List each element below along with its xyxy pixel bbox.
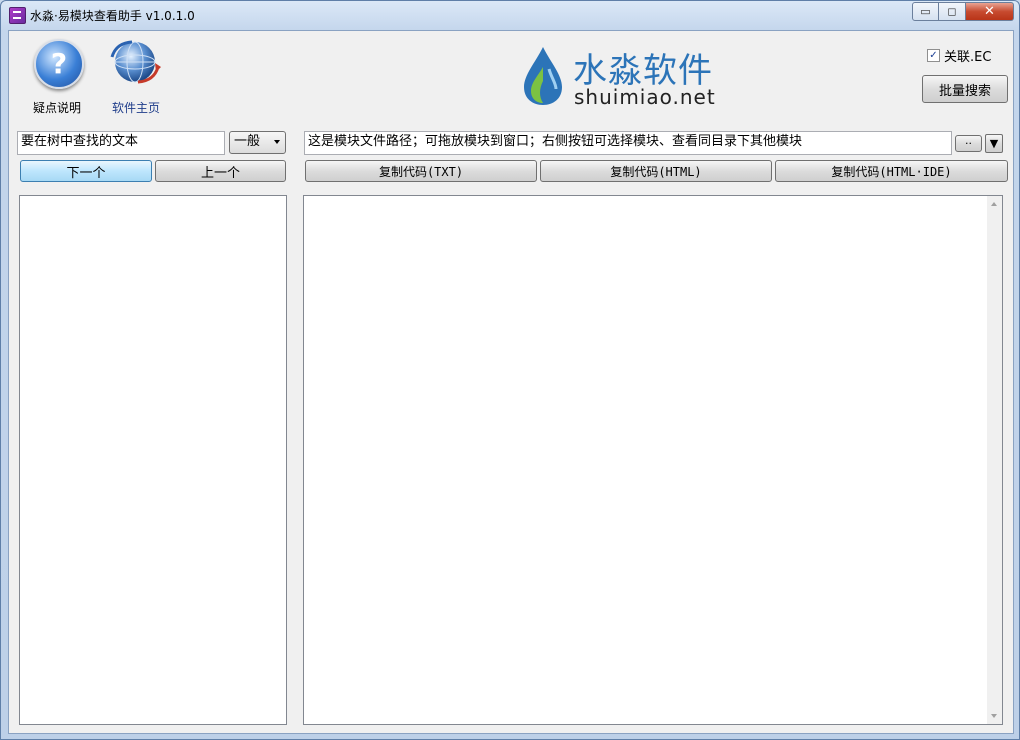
copy-html-ide-label: 复制代码(HTML·IDE)	[831, 164, 952, 179]
logo-text-en: shuimiao.net	[574, 85, 716, 109]
homepage-tool[interactable]: 软件主页	[104, 37, 168, 117]
app-window: 水淼·易模块查看助手 v1.0.1.0 ▭ ◻ ✕ ? 疑点说明 软件主页 水淼…	[0, 0, 1020, 740]
app-icon	[9, 7, 26, 24]
help-question-icon: ?	[34, 39, 84, 89]
minimize-icon: ▭	[920, 5, 931, 18]
module-path-value: 这是模块文件路径；可拖放模块到窗口；右侧按钮可选择模块、查看同目录下其他模块	[308, 134, 803, 149]
scroll-up-icon[interactable]	[991, 202, 997, 206]
help-tool[interactable]: ? 疑点说明	[25, 37, 89, 117]
code-view-scrollbar[interactable]	[987, 196, 1002, 724]
tree-search-value: 要在树中查找的文本	[21, 134, 139, 149]
batch-search-label: 批量搜索	[938, 83, 991, 99]
tree-search-input[interactable]: 要在树中查找的文本	[17, 131, 225, 155]
close-icon: ✕	[984, 4, 995, 19]
previous-button[interactable]: 上一个	[155, 160, 286, 182]
ec-checkbox[interactable]: ✓ 关联.EC	[927, 46, 991, 65]
copy-txt-button[interactable]: 复制代码(TXT)	[305, 160, 537, 182]
scroll-down-icon[interactable]	[991, 714, 997, 718]
previous-label: 上一个	[200, 165, 240, 181]
browse-module-button[interactable]: ··	[955, 135, 982, 152]
module-tree-panel[interactable]	[19, 195, 287, 725]
copy-html-button[interactable]: 复制代码(HTML)	[540, 160, 772, 182]
copy-html-label: 复制代码(HTML)	[610, 164, 702, 179]
module-path-input[interactable]: 这是模块文件路径；可拖放模块到窗口；右侧按钮可选择模块、查看同目录下其他模块	[304, 131, 952, 155]
globe-icon	[110, 40, 161, 84]
chevron-down-icon	[274, 140, 280, 144]
client-area: ? 疑点说明 软件主页 水淼软件 shuimiao.net ✓ 关联.EC 批量…	[8, 30, 1014, 734]
help-label: 疑点说明	[32, 101, 81, 115]
minimize-button[interactable]: ▭	[912, 2, 939, 21]
window-title: 水淼·易模块查看助手 v1.0.1.0	[30, 9, 195, 23]
copy-txt-label: 复制代码(TXT)	[378, 164, 464, 179]
window-controls: ▭ ◻ ✕	[912, 2, 1014, 21]
browse-ellipsis-icon: ··	[965, 137, 972, 150]
checkbox-check-icon[interactable]: ✓	[927, 49, 940, 62]
ec-checkbox-label: 关联.EC	[944, 50, 992, 65]
search-mode-select[interactable]: 一般	[229, 131, 286, 154]
brand-logo: 水淼软件 shuimiao.net	[521, 43, 721, 113]
search-mode-value: 一般	[234, 134, 261, 149]
code-view-panel[interactable]	[303, 195, 1003, 725]
maximize-icon: ◻	[947, 5, 957, 18]
title-bar[interactable]: 水淼·易模块查看助手 v1.0.1.0 ▭ ◻ ✕	[1, 1, 1019, 29]
homepage-label: 软件主页	[111, 101, 160, 115]
triangle-down-icon: ▼	[989, 137, 999, 150]
module-dropdown-button[interactable]: ▼	[985, 134, 1003, 153]
next-button[interactable]: 下一个	[20, 160, 152, 182]
batch-search-button[interactable]: 批量搜索	[922, 75, 1008, 103]
copy-html-ide-button[interactable]: 复制代码(HTML·IDE)	[775, 160, 1008, 182]
next-label: 下一个	[66, 165, 106, 181]
water-drop-icon	[524, 47, 562, 105]
close-button[interactable]: ✕	[966, 2, 1014, 21]
maximize-button[interactable]: ◻	[939, 2, 966, 21]
